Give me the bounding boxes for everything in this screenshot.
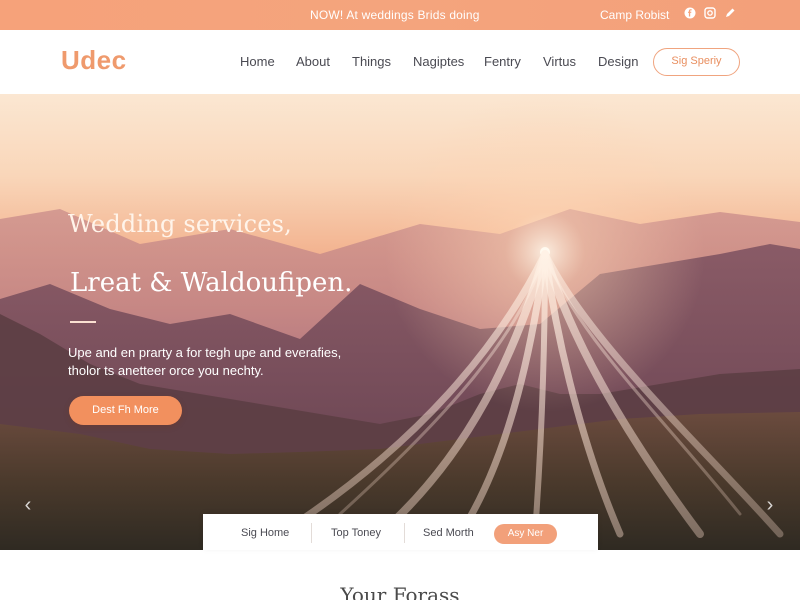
signup-button[interactable]: Sig Speriy xyxy=(653,48,740,76)
instagram-icon[interactable] xyxy=(704,7,716,19)
nav-item-home[interactable]: Home xyxy=(240,54,275,69)
hero-banner: Wedding services, Lreat & Waldoufipen. U… xyxy=(0,94,800,550)
nav-item-about[interactable]: About xyxy=(296,54,330,69)
booking-field-toney[interactable]: Top Toney xyxy=(331,527,381,539)
nav-item-things[interactable]: Things xyxy=(352,54,391,69)
hero-background-image xyxy=(0,94,800,550)
hero-divider xyxy=(70,321,96,323)
nav-item-nagiptes[interactable]: Nagiptes xyxy=(413,54,464,69)
booking-field-month[interactable]: Sed Morth xyxy=(423,527,474,539)
announcement-bar: NOW! At weddings Brids doing Camp Robist xyxy=(0,0,800,30)
booking-separator xyxy=(404,523,405,543)
booking-separator xyxy=(311,523,312,543)
nav-item-virtus[interactable]: Virtus xyxy=(543,54,576,69)
logo[interactable]: Udec xyxy=(61,45,127,76)
hero-title: Lreat & Waldoufipen. xyxy=(70,268,353,298)
nav-item-design[interactable]: Design xyxy=(598,54,638,69)
booking-bar: Sig Home Top Toney Sed Morth Asy Ner xyxy=(203,514,598,550)
main-navigation: Udec Home About Things Nagiptes Fentry V… xyxy=(0,30,800,94)
carousel-next-icon[interactable]: › xyxy=(760,494,780,517)
announcement-text: NOW! At weddings Brids doing xyxy=(310,8,480,22)
carousel-prev-icon[interactable]: ‹ xyxy=(18,494,38,517)
social-links xyxy=(684,7,736,19)
nav-item-fentry[interactable]: Fentry xyxy=(484,54,521,69)
contact-link[interactable]: Camp Robist xyxy=(600,8,669,22)
find-more-button[interactable]: Dest Fh More xyxy=(69,396,182,425)
facebook-icon[interactable] xyxy=(684,7,696,19)
booking-field-home[interactable]: Sig Home xyxy=(241,527,289,539)
section-title: Your Forass xyxy=(340,583,460,600)
hero-subtitle: Wedding services, xyxy=(68,210,292,238)
hero-description: Upe and en prarty a for tegh upe and eve… xyxy=(68,345,342,378)
booking-submit-button[interactable]: Asy Ner xyxy=(494,524,557,544)
pen-icon[interactable] xyxy=(724,7,736,19)
